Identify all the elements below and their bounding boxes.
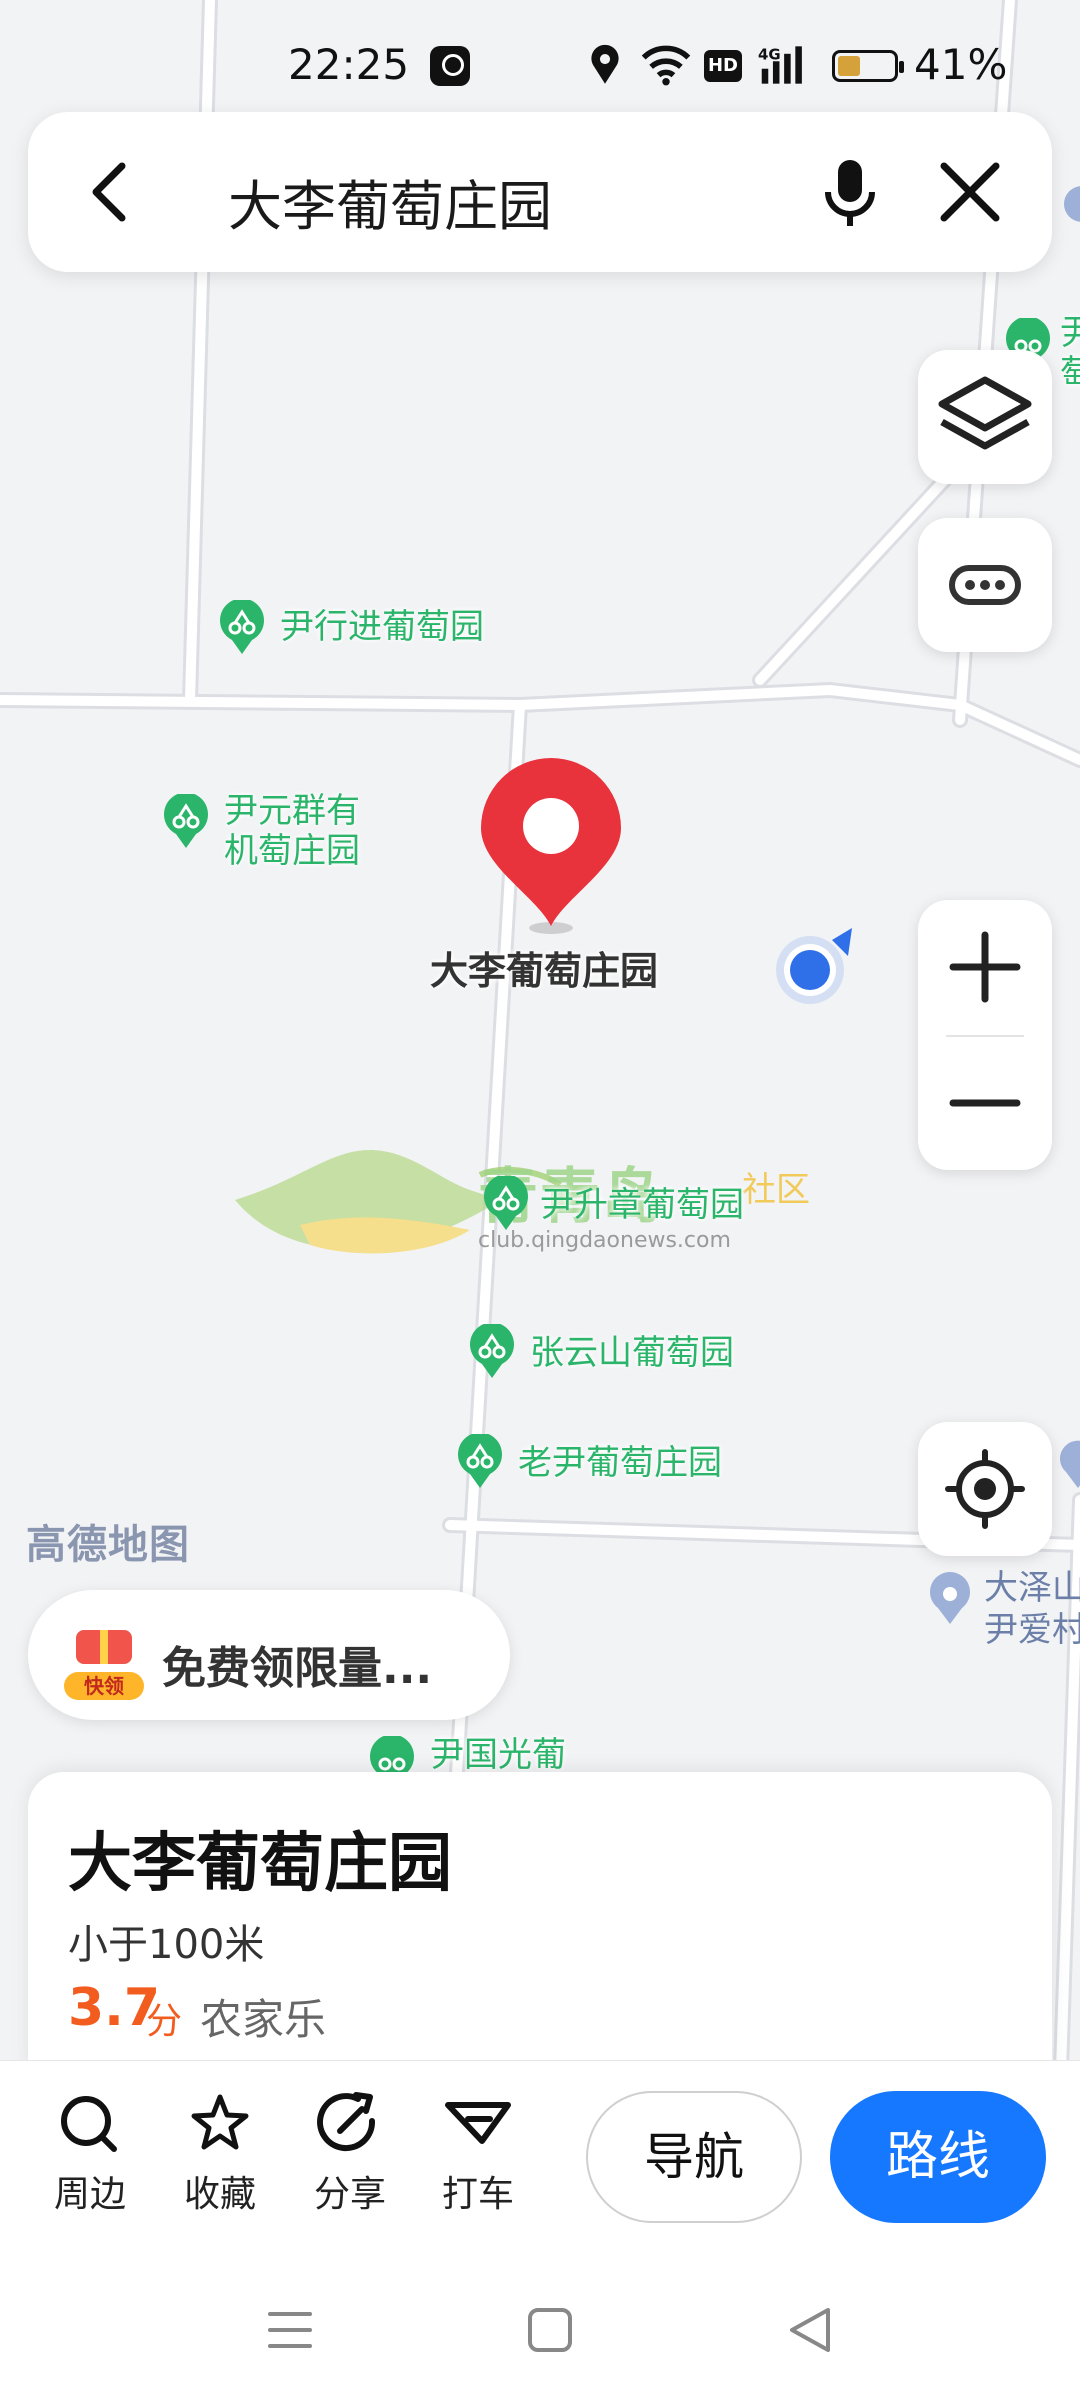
more-icon [949, 565, 1021, 605]
place-title: 大李葡萄庄园 [68, 1827, 452, 1901]
search-input[interactable]: 大李葡萄庄园 [228, 162, 552, 241]
battery-icon [832, 50, 904, 82]
poi-label: 尹升章葡萄园 [540, 1185, 744, 1225]
home-button[interactable] [510, 2290, 590, 2370]
favorite-button[interactable]: 收藏 [160, 2091, 280, 2221]
system-nav-bar [0, 2250, 1080, 2400]
zoom-control [918, 900, 1052, 1170]
status-bar: 22:25 HD 4G 41% [0, 0, 1080, 110]
place-pin-icon [930, 1572, 970, 1624]
poi-label: 尹国光葡 [430, 1735, 566, 1775]
grape-poi-icon [164, 794, 208, 848]
close-icon [940, 162, 1000, 222]
status-time: 22:25 [288, 40, 410, 89]
search-icon [61, 2096, 117, 2152]
place-label: 尹爱村 [984, 1610, 1080, 1650]
share-label: 分享 [313, 2174, 386, 2215]
watermark-suffix: 社区 [742, 1170, 810, 1210]
locate-icon [945, 1449, 1025, 1529]
promo-text: 免费领限量... [162, 1643, 433, 1694]
location-icon [591, 44, 619, 84]
zoom-out-icon [949, 1099, 1021, 1107]
favorite-label: 收藏 [183, 2174, 256, 2215]
hd-icon: HD [704, 50, 742, 82]
recent-apps-button[interactable] [250, 2290, 330, 2370]
place-pin-icon [1060, 1440, 1080, 1488]
poi-label: 机萄庄园 [224, 831, 360, 871]
zoom-out-button[interactable] [918, 1036, 1052, 1170]
locate-button[interactable] [918, 1422, 1052, 1556]
selected-marker-label: 大李葡萄庄园 [430, 949, 659, 993]
svg-text:4G: 4G [758, 45, 781, 63]
grape-poi-icon [484, 1176, 528, 1230]
poi-label: 尹元群有 [224, 791, 360, 831]
navigate-button[interactable]: 导航 [586, 2091, 802, 2223]
voice-search-button[interactable] [808, 150, 892, 234]
poi-label: 老尹葡萄庄园 [518, 1443, 722, 1483]
app-badge-icon [430, 46, 470, 86]
nearby-label: 周边 [53, 2174, 126, 2215]
current-location-icon [776, 928, 852, 1004]
nearby-button[interactable]: 周边 [30, 2091, 150, 2221]
layers-icon [938, 376, 1032, 450]
back-system-button[interactable] [770, 2290, 850, 2370]
share-button[interactable]: 分享 [290, 2091, 410, 2221]
promo-badge: 快领 [64, 1672, 144, 1700]
menu-icon [268, 2312, 312, 2348]
rating-unit: 分 [146, 2001, 183, 2042]
wifi-icon [641, 45, 691, 86]
grape-poi-icon [220, 600, 264, 654]
place-info-card[interactable]: 大李葡萄庄园 小于100米 3.7 分 农家乐 [28, 1772, 1052, 2072]
star-icon [191, 2094, 249, 2150]
route-button[interactable]: 路线 [830, 2091, 1046, 2223]
place-distance: 小于100米 [68, 1922, 265, 1968]
layers-button[interactable] [918, 350, 1052, 484]
taxi-label: 打车 [441, 2174, 514, 2215]
poi-label: 尹行进葡萄园 [280, 607, 484, 647]
poi-label: 张云山葡萄园 [530, 1333, 734, 1373]
taxi-button[interactable]: 打车 [418, 2091, 538, 2221]
more-button[interactable] [918, 518, 1052, 652]
battery-percent: 41% [914, 40, 1008, 89]
grape-poi-icon [458, 1434, 502, 1488]
place-pin-icon [1064, 186, 1080, 222]
share-icon [317, 2092, 376, 2152]
zoom-in-button[interactable] [918, 900, 1052, 1034]
poi-label-edge: 尹 [1060, 313, 1080, 353]
taxi-icon [445, 2102, 511, 2144]
place-category: 农家乐 [200, 1995, 327, 2044]
promo-pill[interactable]: 快领 免费领限量... [28, 1590, 510, 1720]
home-square-icon [528, 2308, 572, 2352]
back-arrow-icon [92, 162, 126, 222]
back-button[interactable] [68, 150, 152, 234]
4g-signal-icon: 4G [758, 45, 802, 84]
amap-brand-watermark: 高德地图 [26, 1522, 190, 1568]
back-triangle-icon [790, 2308, 830, 2352]
grape-poi-icon [470, 1324, 514, 1378]
zoom-in-icon [949, 931, 1021, 1003]
action-bar: 周边 收藏 分享 打车 导航 路线 [0, 2060, 1080, 2251]
poi-label-edge: 萄 [1060, 353, 1080, 393]
selected-location-marker-icon[interactable] [476, 756, 626, 936]
clear-search-button[interactable] [928, 150, 1012, 234]
microphone-icon [825, 160, 875, 226]
search-bar: 大李葡萄庄园 [28, 112, 1052, 272]
